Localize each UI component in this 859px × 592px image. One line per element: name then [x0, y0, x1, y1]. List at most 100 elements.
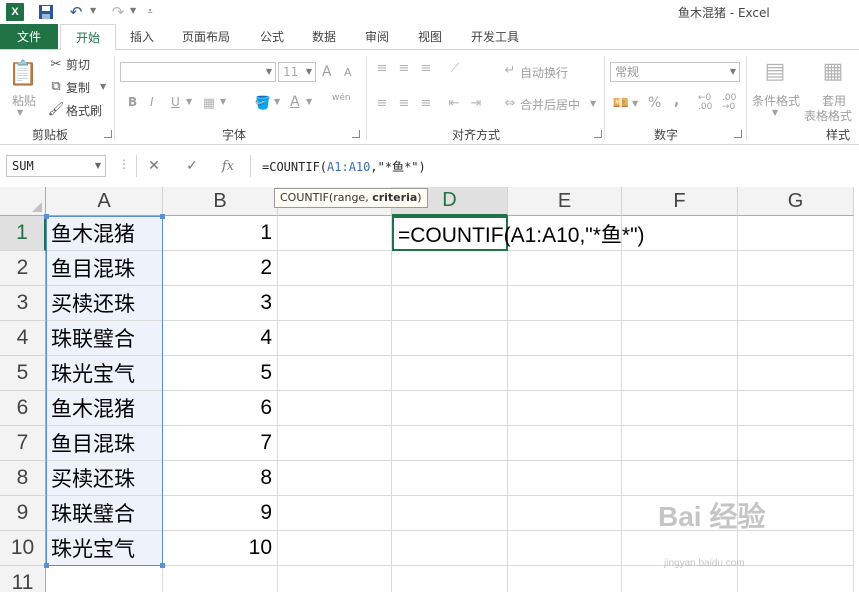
cell-a6[interactable]: 鱼木混猪	[46, 391, 163, 426]
column-header-f[interactable]: F	[622, 187, 738, 216]
cell-g10[interactable]	[738, 531, 854, 566]
cell-d11[interactable]	[392, 566, 508, 592]
cut-button[interactable]: 剪切	[66, 56, 90, 73]
range-resize-handle[interactable]	[44, 563, 49, 568]
format-painter-icon[interactable]: 🖌	[48, 101, 65, 117]
cell-c5[interactable]	[278, 356, 392, 391]
column-header-g[interactable]: G	[738, 187, 854, 216]
cell-d6[interactable]	[392, 391, 508, 426]
phonetic-guide-button[interactable]: wén	[332, 93, 351, 103]
tab-view[interactable]: 视图	[408, 24, 452, 49]
cell-a3[interactable]: 买椟还珠	[46, 286, 163, 321]
font-color-dropdown-icon[interactable]: ▼	[306, 97, 312, 106]
cell-g2[interactable]	[738, 251, 854, 286]
increase-decimal-icon[interactable]: ←0.00	[698, 94, 712, 112]
cell-e5[interactable]	[508, 356, 622, 391]
tooltip-arg-criteria[interactable]: criteria	[372, 191, 417, 204]
row-header-5[interactable]: 5	[0, 356, 46, 391]
cell-a8[interactable]: 买椟还珠	[46, 461, 163, 496]
fill-color-dropdown-icon[interactable]: ▼	[274, 97, 280, 106]
redo-icon[interactable]: ↷	[108, 3, 128, 21]
merge-center-icon[interactable]: ⇔	[502, 95, 518, 111]
align-middle-icon[interactable]: ≡	[396, 60, 412, 76]
align-top-icon[interactable]: ≡	[374, 60, 390, 76]
column-header-e[interactable]: E	[508, 187, 622, 216]
cell-c7[interactable]	[278, 426, 392, 461]
shrink-font-button[interactable]: A	[344, 66, 352, 79]
cell-e11[interactable]	[508, 566, 622, 592]
range-resize-handle[interactable]	[160, 563, 165, 568]
cell-f6[interactable]	[622, 391, 738, 426]
enter-formula-button[interactable]: ✓	[180, 155, 204, 177]
cell-a2[interactable]: 鱼目混珠	[46, 251, 163, 286]
row-header-4[interactable]: 4	[0, 321, 46, 356]
copy-icon[interactable]: ⧉	[48, 78, 64, 94]
formula-bar-resize-icon[interactable]: ⋮	[118, 157, 130, 171]
conditional-formatting-icon[interactable]: ▤	[760, 56, 790, 86]
paste-dropdown-icon[interactable]: ▼	[17, 108, 23, 117]
active-cell-editor[interactable]: =COUNTIF(A1:A10,"*鱼*")	[398, 216, 645, 251]
tab-review[interactable]: 审阅	[355, 24, 399, 49]
cell-e8[interactable]	[508, 461, 622, 496]
row-header-6[interactable]: 6	[0, 391, 46, 426]
function-arguments-tooltip[interactable]: COUNTIF(range, criteria)	[274, 188, 428, 208]
cell-g5[interactable]	[738, 356, 854, 391]
copy-button[interactable]: 复制	[66, 79, 90, 96]
cell-a5[interactable]: 珠光宝气	[46, 356, 163, 391]
align-bottom-icon[interactable]: ≡	[418, 60, 434, 76]
merge-dropdown-icon[interactable]: ▼	[590, 99, 596, 108]
column-header-a[interactable]: A	[46, 187, 163, 216]
tab-insert[interactable]: 插入	[118, 24, 166, 49]
cell-d4[interactable]	[392, 321, 508, 356]
excel-logo-icon[interactable]: X	[6, 3, 24, 21]
cell-e10[interactable]	[508, 531, 622, 566]
wrap-text-button[interactable]: 自动换行	[520, 64, 568, 81]
cell-b2[interactable]: 2	[163, 251, 278, 286]
borders-dropdown-icon[interactable]: ▼	[220, 97, 226, 106]
cell-d9[interactable]	[392, 496, 508, 531]
cell-f11[interactable]	[622, 566, 738, 592]
cell-g6[interactable]	[738, 391, 854, 426]
cell-a4[interactable]: 珠联璧合	[46, 321, 163, 356]
redo-dropdown-icon[interactable]: ▼	[130, 6, 136, 15]
row-header-7[interactable]: 7	[0, 426, 46, 461]
font-name-combo[interactable]: ▼	[120, 62, 276, 82]
tooltip-arg-range[interactable]: range	[333, 191, 365, 204]
cell-b5[interactable]: 5	[163, 356, 278, 391]
cell-c2[interactable]	[278, 251, 392, 286]
comma-style-button[interactable]: ,	[674, 93, 679, 109]
paste-button[interactable]: 粘贴	[12, 92, 36, 109]
copy-dropdown-icon[interactable]: ▼	[100, 82, 106, 91]
clipboard-launcher-icon[interactable]	[104, 130, 112, 138]
cell-f2[interactable]	[622, 251, 738, 286]
cell-d2[interactable]	[392, 251, 508, 286]
tab-home[interactable]: 开始	[60, 24, 116, 50]
format-as-table-icon[interactable]: ▦	[818, 56, 848, 86]
underline-dropdown-icon[interactable]: ▼	[186, 97, 192, 106]
paste-icon[interactable]: 📋	[8, 58, 38, 88]
cell-c4[interactable]	[278, 321, 392, 356]
cell-c1[interactable]	[278, 216, 392, 251]
conditional-formatting-button[interactable]: 条件格式	[752, 92, 800, 109]
cell-d10[interactable]	[392, 531, 508, 566]
format-painter-button[interactable]: 格式刷	[66, 102, 102, 119]
conditional-formatting-dropdown-icon[interactable]: ▼	[772, 108, 778, 117]
cut-icon[interactable]: ✂	[48, 56, 64, 72]
cell-g7[interactable]	[738, 426, 854, 461]
undo-icon[interactable]: ↶	[66, 3, 86, 21]
cell-d8[interactable]	[392, 461, 508, 496]
italic-button[interactable]: I	[150, 95, 154, 109]
cell-f8[interactable]	[622, 461, 738, 496]
font-launcher-icon[interactable]	[352, 130, 360, 138]
row-header-11[interactable]: 11	[0, 566, 46, 592]
row-header-9[interactable]: 9	[0, 496, 46, 531]
cell-g1[interactable]	[738, 216, 854, 251]
cell-e2[interactable]	[508, 251, 622, 286]
cell-a10[interactable]: 珠光宝气	[46, 531, 163, 566]
cell-a1[interactable]: 鱼木混猪	[46, 216, 163, 251]
align-right-icon[interactable]: ≡	[418, 95, 434, 111]
cell-b4[interactable]: 4	[163, 321, 278, 356]
cell-g3[interactable]	[738, 286, 854, 321]
select-all-button[interactable]	[0, 187, 46, 216]
fill-color-icon[interactable]: 🪣	[254, 94, 272, 112]
